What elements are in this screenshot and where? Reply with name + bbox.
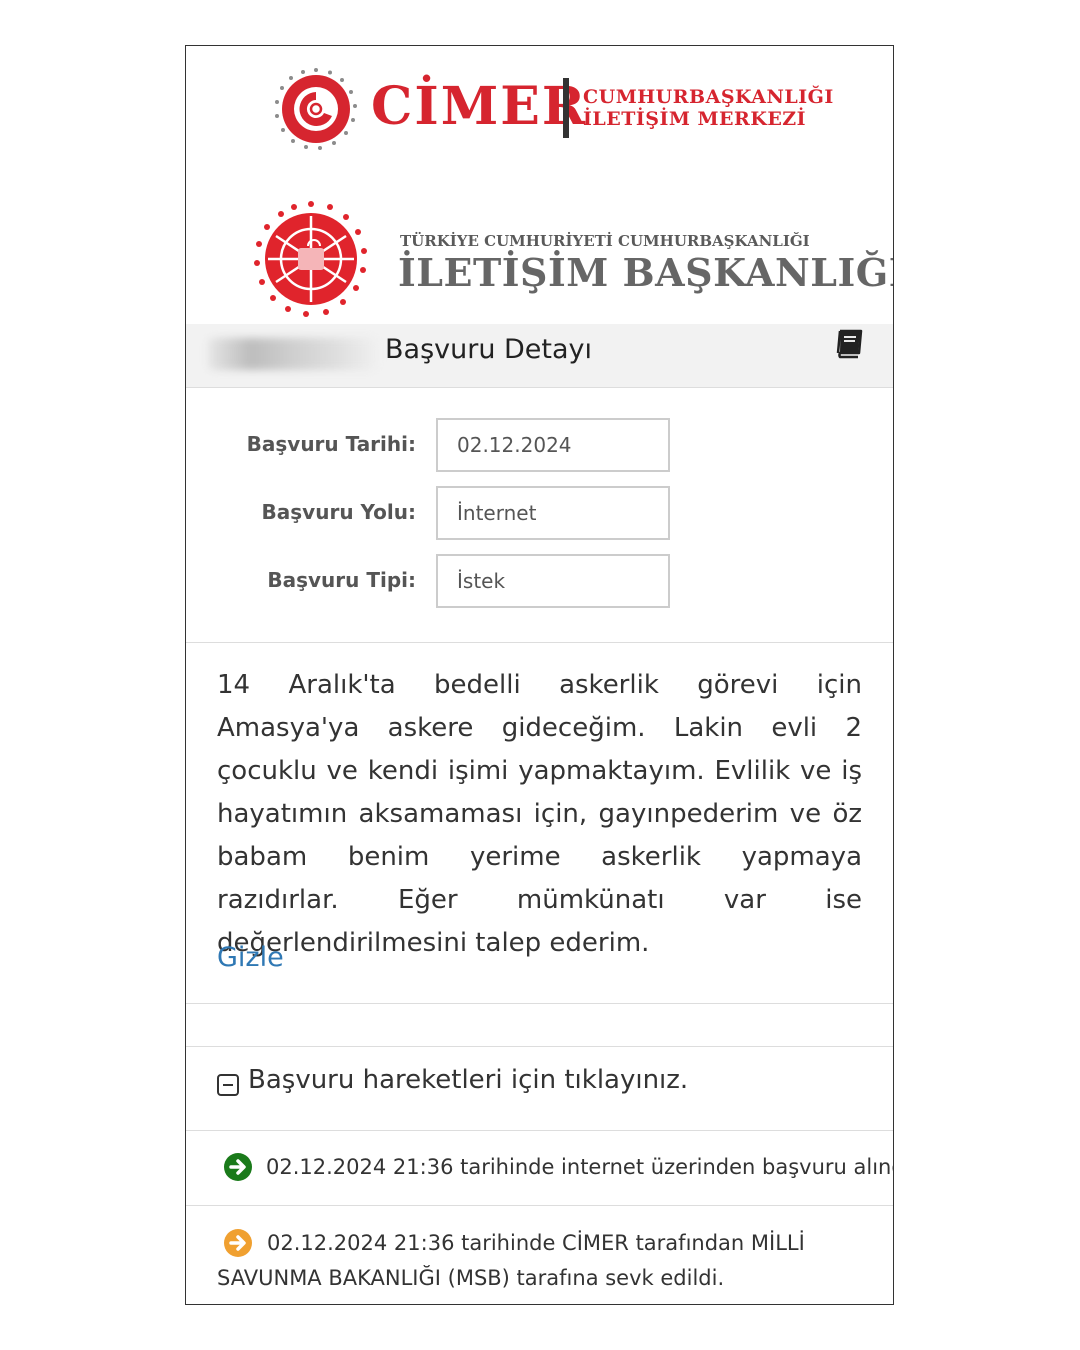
detail-header: Başvuru Detayı [186,324,893,388]
movements-label[interactable]: Başvuru hareketleri için tıklayınız. [248,1065,688,1095]
application-type-field[interactable] [436,554,670,608]
minus-square-icon[interactable] [217,1074,239,1096]
movements-toggle[interactable]: Başvuru hareketleri için tıklayınız. [186,1046,893,1131]
cimer-subtitle-line2: İLETİŞİM MERKEZİ [583,108,807,130]
section-divider [186,1003,893,1004]
hide-link[interactable]: Gizle [217,942,284,973]
iletisim-baskanligi-logo: TÜRKİYE CUMHURİYETİ CUMHURBAŞKANLIĞI İLE… [246,196,893,326]
ib-logo-main-text: İLETİŞİM BAŞKANLIĞI [398,250,894,295]
redacted-application-id [208,338,378,370]
cimer-wordmark: CİMER [371,76,588,137]
iletisim-baskanligi-emblem-icon [254,201,367,317]
application-detail-panel: CİMER CUMHURBAŞKANLIĞI İLETİŞİM MERKEZİ [185,45,894,1305]
ib-logo-top-text: TÜRKİYE CUMHURİYETİ CUMHURBAŞKANLIĞI [400,232,810,250]
cimer-emblem-icon [275,68,357,150]
field-label-type: Başvuru Tipi: [267,568,416,592]
movement-event-text: 02.12.2024 21:36 tarihinde internet üzer… [266,1155,894,1179]
field-label-date: Başvuru Tarihi: [246,432,416,456]
movement-event-text: 02.12.2024 21:36 tarihinde CİMER tarafın… [217,1231,805,1290]
cimer-subtitle-line1: CUMHURBAŞKANLIĞI [583,86,834,108]
field-label-channel: Başvuru Yolu: [261,500,416,524]
application-description: 14 Aralık'ta bedelli askerlik görevi içi… [217,670,862,958]
form-row-date: Başvuru Tarihi: [186,418,893,476]
book-icon[interactable] [833,328,865,360]
application-channel-field[interactable] [436,486,670,540]
page-title: Başvuru Detayı [385,334,593,365]
arrow-right-circle-icon [224,1153,252,1181]
section-divider [186,642,893,643]
movement-event: 02.12.2024 21:36 tarihinde CİMER tarafın… [186,1206,893,1304]
cimer-logo: CİMER CUMHURBAŞKANLIĞI İLETİŞİM MERKEZİ [271,64,834,154]
movement-event: 02.12.2024 21:36 tarihinde internet üzer… [186,1130,893,1206]
form-row-type: Başvuru Tipi: [186,554,893,612]
logo-divider [563,78,569,138]
cimer-subtitle: CUMHURBAŞKANLIĞI İLETİŞİM MERKEZİ [583,86,834,130]
form-row-channel: Başvuru Yolu: [186,486,893,544]
application-date-field[interactable] [436,418,670,472]
